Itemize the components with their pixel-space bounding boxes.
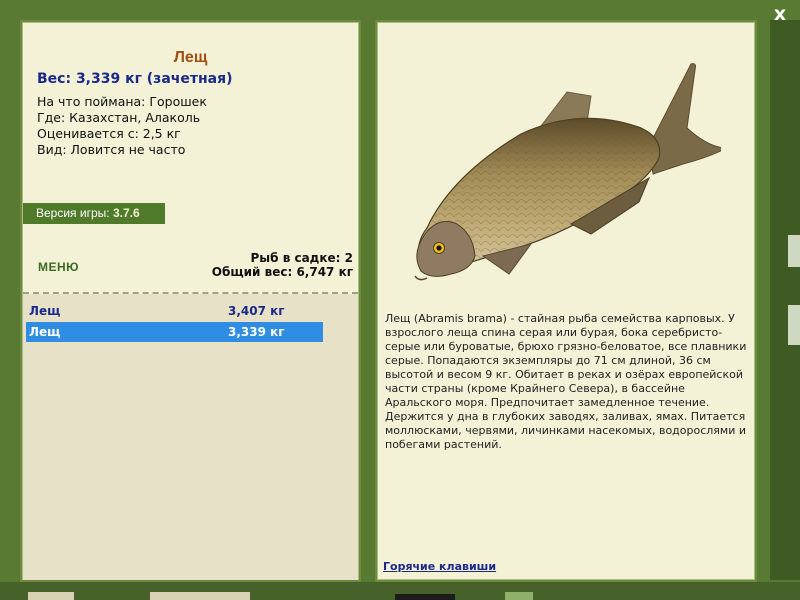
menu-button[interactable]: МЕНЮ xyxy=(38,260,79,274)
bait-line: На что поймана: Горошек xyxy=(37,94,207,109)
fish-title: Лещ xyxy=(173,49,208,66)
background-fringe xyxy=(788,235,800,267)
catch-name: Лещ xyxy=(29,304,61,318)
fish-details: На что поймана: Горошек Где: Казахстан, … xyxy=(37,94,207,158)
version-label: Версия игры: xyxy=(36,206,110,220)
bream-fish-image xyxy=(414,63,721,281)
fish-info-panel: Лещ Вес: 3,339 кг (зачетная) На что пойм… xyxy=(20,20,361,582)
background-edge xyxy=(770,20,800,580)
background-tile xyxy=(395,594,455,600)
background-fringe xyxy=(788,305,800,345)
catch-list: Лещ 3,407 кг Лещ 3,339 кг xyxy=(23,294,358,580)
catch-list-item[interactable]: Лещ 3,407 кг xyxy=(26,301,323,321)
catch-weight: 3,407 кг xyxy=(228,304,285,318)
catch-weight: 3,339 кг xyxy=(228,325,285,339)
background-tile xyxy=(150,592,250,600)
fish-weight: Вес: 3,339 кг (зачетная) xyxy=(37,71,233,87)
version-badge: Версия игры: 3.7.6 xyxy=(23,203,165,224)
hotkeys-link[interactable]: Горячие клавиши xyxy=(383,560,496,573)
rarity-line: Вид: Ловится не часто xyxy=(37,142,186,157)
location-line: Где: Казахстан, Алаколь xyxy=(37,110,201,125)
background-tile xyxy=(505,592,533,600)
background-tile xyxy=(28,592,74,600)
game-screen: x Лещ Вес: 3,339 кг (зачетная) На что по… xyxy=(0,0,800,600)
close-button[interactable]: x xyxy=(768,2,792,26)
catch-name: Лещ xyxy=(29,325,61,339)
cage-summary: Рыб в садке: 2 Общий вес: 6,747 кг xyxy=(212,251,353,279)
close-icon: x xyxy=(773,3,787,25)
fish-description: Лещ (Abramis brama) - стайная рыба семей… xyxy=(385,312,747,451)
cage-total-weight: Общий вес: 6,747 кг xyxy=(211,265,353,279)
version-value: 3.7.6 xyxy=(112,206,140,220)
rated-from-line: Оценивается с: 2,5 кг xyxy=(37,126,181,141)
cage-count: Рыб в садке: 2 xyxy=(250,251,354,265)
catch-list-item-selected[interactable]: Лещ 3,339 кг xyxy=(26,322,323,342)
fish-description-panel: Лещ (Abramis brama) - стайная рыба семей… xyxy=(375,20,757,582)
background-bottom xyxy=(0,582,800,600)
